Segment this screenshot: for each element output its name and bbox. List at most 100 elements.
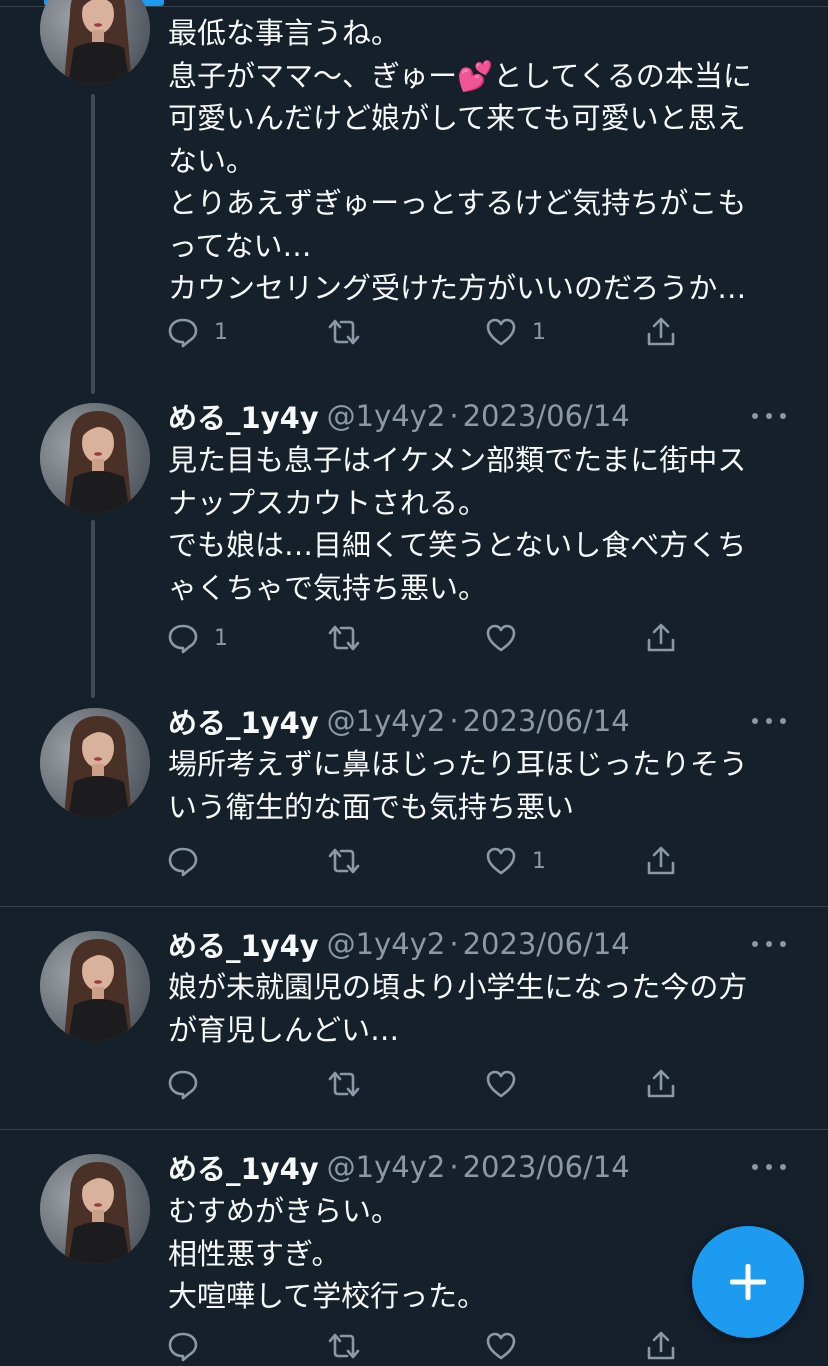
separator: · bbox=[449, 927, 459, 961]
text-line: 娘が未就園児の頃より小学生になった今の方 bbox=[168, 970, 748, 1004]
display-name[interactable]: める_1y4y bbox=[168, 923, 319, 965]
text-line: でも娘は…目細くて笑うとないし食べ方くち bbox=[168, 528, 747, 562]
heart-icon bbox=[484, 315, 518, 349]
heart-icon bbox=[484, 621, 518, 655]
text-line: ない。 bbox=[168, 143, 256, 178]
tweet-text: むすめがきらい。 相性悪すぎ。 大喧嘩して学校行った。 bbox=[168, 1190, 778, 1318]
handle[interactable]: @1y4y2 bbox=[327, 399, 446, 433]
retweet-button[interactable] bbox=[326, 1326, 376, 1366]
tweet-text: 見た目も息子はイケメン部類でたまに街中ス ナップスカウトされる。 でも娘は…目細… bbox=[168, 439, 778, 609]
tweet-actions bbox=[166, 1326, 686, 1366]
share-button[interactable] bbox=[644, 1064, 678, 1104]
retweet-button[interactable] bbox=[326, 841, 376, 881]
separator: · bbox=[449, 1150, 459, 1184]
share-icon bbox=[644, 844, 678, 878]
text-line: ってない… bbox=[168, 228, 312, 263]
like-button[interactable] bbox=[484, 1064, 532, 1104]
likes-count: 1 bbox=[532, 848, 546, 874]
handle[interactable]: @1y4y2 bbox=[327, 927, 446, 961]
text-line: 可愛いんだけど娘がして来ても可愛いと思え bbox=[168, 101, 746, 135]
separator: · bbox=[449, 399, 459, 433]
reply-button[interactable]: 1 bbox=[166, 618, 228, 658]
more-icon[interactable] bbox=[752, 1157, 786, 1177]
text-line: いう衛生的な面でも気持ち悪い bbox=[168, 789, 575, 824]
more-icon[interactable] bbox=[752, 934, 786, 954]
handle[interactable]: @1y4y2 bbox=[327, 1150, 446, 1184]
share-icon bbox=[644, 1067, 678, 1101]
reply-button[interactable] bbox=[166, 841, 214, 881]
like-button[interactable]: 1 bbox=[484, 312, 546, 352]
tweet-actions: 1 bbox=[166, 618, 686, 658]
avatar[interactable] bbox=[40, 403, 150, 513]
heart-icon bbox=[484, 844, 518, 878]
tweet-header: める_1y4y @1y4y2 · 2023/06/14 bbox=[168, 396, 630, 436]
reply-button[interactable] bbox=[166, 1064, 214, 1104]
thread-line bbox=[91, 94, 95, 394]
text-line: 見た目も息子はイケメン部類でたまに街中ス bbox=[168, 443, 747, 477]
display-name[interactable]: める_1y4y bbox=[168, 700, 319, 742]
text-line: が育児しんどい… bbox=[168, 1012, 400, 1047]
like-button[interactable] bbox=[484, 1326, 532, 1366]
compose-button[interactable] bbox=[692, 1226, 804, 1338]
share-button[interactable] bbox=[644, 618, 678, 658]
text-line: とりあえずぎゅーっとするけど気持ちがこも bbox=[168, 186, 747, 220]
text-line: 大喧嘩して学校行った。 bbox=[168, 1279, 487, 1313]
share-icon bbox=[644, 1329, 678, 1363]
handle[interactable]: @1y4y2 bbox=[327, 704, 446, 738]
avatar[interactable] bbox=[40, 1154, 150, 1264]
text-line: 最低な事言うね。 bbox=[168, 16, 401, 50]
like-button[interactable]: 1 bbox=[484, 841, 546, 881]
text-line: カウンセリング受けた方がいいのだろうか… bbox=[168, 271, 747, 305]
share-button[interactable] bbox=[644, 841, 678, 881]
timestamp[interactable]: 2023/06/14 bbox=[463, 927, 630, 961]
tweet-text: 娘が未就園児の頃より小学生になった今の方 が育児しんどい… bbox=[168, 966, 778, 1051]
tweet-actions bbox=[166, 1064, 686, 1104]
separator: · bbox=[449, 704, 459, 738]
share-button[interactable] bbox=[644, 312, 678, 352]
retweet-button[interactable] bbox=[326, 618, 376, 658]
tweet-text: 最低な事言うね。 息子がママ〜、ぎゅー💕としてくるの本当に 可愛いんだけど娘がし… bbox=[168, 12, 778, 310]
text-line: ナップスカウトされる。 bbox=[168, 485, 488, 520]
timestamp[interactable]: 2023/06/14 bbox=[463, 704, 630, 738]
retweet-icon bbox=[326, 315, 362, 349]
timestamp[interactable]: 2023/06/14 bbox=[463, 1150, 630, 1184]
tweet-header: める_1y4y @1y4y2 · 2023/06/14 bbox=[168, 701, 630, 741]
avatar[interactable] bbox=[40, 708, 150, 818]
text-line: 息子がママ〜、ぎゅー💕としてくるの本当に bbox=[168, 58, 752, 93]
reply-icon bbox=[166, 1329, 200, 1363]
retweet-icon bbox=[326, 1067, 362, 1101]
retweet-icon bbox=[326, 1329, 362, 1363]
replies-count: 1 bbox=[214, 625, 228, 651]
display-name[interactable]: める_1y4y bbox=[168, 395, 319, 437]
reply-button[interactable]: 1 bbox=[166, 312, 228, 352]
text-line: むすめがきらい。 bbox=[168, 1194, 401, 1228]
tweet-divider bbox=[0, 1129, 828, 1130]
plus-icon bbox=[730, 1264, 766, 1300]
more-icon[interactable] bbox=[752, 711, 786, 731]
avatar[interactable] bbox=[40, 931, 150, 1041]
text-line: 場所考えずに鼻ほじったり耳ほじったりそう bbox=[168, 747, 749, 781]
text-line: 相性悪すぎ。 bbox=[168, 1236, 341, 1271]
reply-icon bbox=[166, 315, 200, 349]
retweet-button[interactable] bbox=[326, 1064, 376, 1104]
timestamp[interactable]: 2023/06/14 bbox=[463, 399, 630, 433]
tweet-header: める_1y4y @1y4y2 · 2023/06/14 bbox=[168, 1147, 630, 1187]
display-name[interactable]: める_1y4y bbox=[168, 1146, 319, 1188]
share-icon bbox=[644, 315, 678, 349]
tweet-actions: 1 bbox=[166, 841, 686, 881]
reply-button[interactable] bbox=[166, 1326, 214, 1366]
share-button[interactable] bbox=[644, 1326, 678, 1366]
likes-count: 1 bbox=[532, 319, 546, 345]
tweet-header: める_1y4y @1y4y2 · 2023/06/14 bbox=[168, 924, 630, 964]
heart-icon bbox=[484, 1067, 518, 1101]
more-icon[interactable] bbox=[752, 406, 786, 426]
retweet-icon bbox=[326, 844, 362, 878]
avatar[interactable] bbox=[40, 0, 150, 84]
retweet-icon bbox=[326, 621, 362, 655]
tweet-actions: 11 bbox=[166, 312, 686, 352]
like-button[interactable] bbox=[484, 618, 532, 658]
replies-count: 1 bbox=[214, 319, 228, 345]
thread-line bbox=[91, 520, 95, 698]
reply-icon bbox=[166, 1067, 200, 1101]
retweet-button[interactable] bbox=[326, 312, 376, 352]
